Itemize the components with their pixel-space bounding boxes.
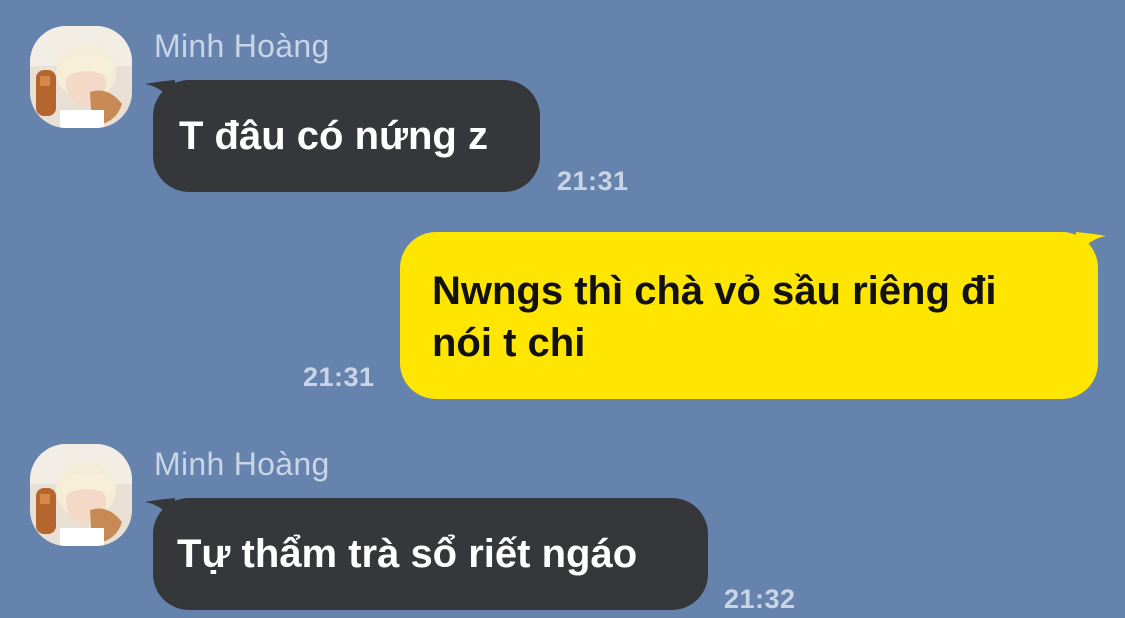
bubble-tail-icon bbox=[1076, 232, 1106, 254]
message-timestamp: 21:31 bbox=[557, 166, 629, 196]
message-text-line-1: Nwngs thì chà vỏ sầu riêng đi bbox=[432, 269, 997, 313]
message-text: Tự thẩm trà sổ riết ngáo bbox=[177, 532, 638, 576]
bubble-tail-icon bbox=[145, 498, 175, 520]
sender-name: Minh Hoàng bbox=[154, 28, 330, 64]
message-bubble-incoming[interactable]: T đâu có nứng z bbox=[145, 80, 540, 192]
contact-avatar-photo-icon bbox=[30, 26, 132, 128]
contact-avatar-photo-icon bbox=[30, 444, 132, 546]
message-text-line-2: nói t chi bbox=[432, 321, 586, 365]
message-text: T đâu có nứng z bbox=[179, 114, 488, 158]
message-bubble-outgoing[interactable]: Nwngs thì chà vỏ sầu riêng đi nói t chi bbox=[400, 232, 1106, 399]
message-bubble-incoming[interactable]: Tự thẩm trà sổ riết ngáo bbox=[145, 498, 708, 610]
contact-avatar[interactable] bbox=[30, 444, 132, 546]
sender-name: Minh Hoàng bbox=[154, 446, 330, 482]
chat-view: Minh Hoàng T đâu có nứng z 21:31 21:31 N… bbox=[0, 0, 1125, 618]
message-timestamp: 21:32 bbox=[724, 584, 796, 614]
bubble-tail-icon bbox=[145, 80, 175, 102]
contact-avatar[interactable] bbox=[30, 26, 132, 128]
message-timestamp: 21:31 bbox=[303, 362, 375, 392]
